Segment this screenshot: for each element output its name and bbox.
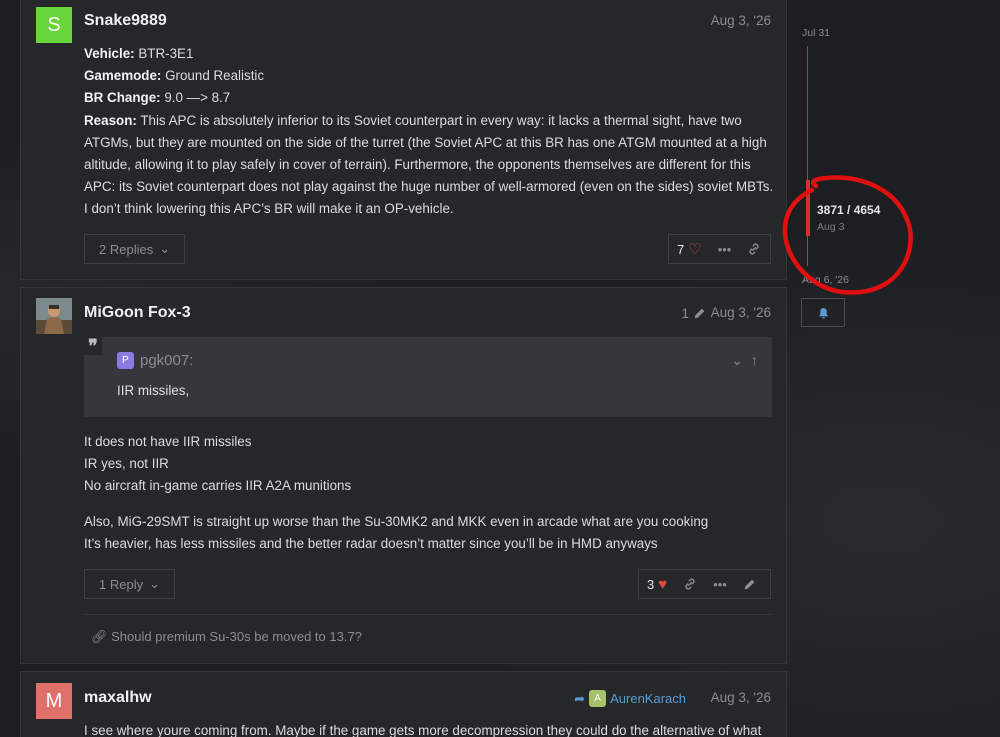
show-replies-button[interactable]: 1 Reply ⌄ [84, 569, 175, 599]
quote-block: ❞ P pgk007: ⌄ ↑ IIR missiles, [84, 337, 772, 417]
field-vehicle: Vehicle: BTR-3E1 [84, 46, 194, 61]
link-icon [749, 243, 759, 255]
quote-text: IIR missiles, [117, 383, 190, 398]
reason-line: I don’t think lowering this APC’s BR wil… [84, 201, 454, 217]
replies-label: 1 Reply [99, 576, 144, 592]
reason-line: ATGMs, but they are mounted on the side … [84, 134, 767, 150]
share-link-button[interactable] [739, 235, 769, 263]
like-count: 3 [647, 576, 655, 592]
avatar[interactable]: S [36, 7, 72, 43]
quote-mark-icon: ❞ [84, 337, 102, 355]
expand-quote-button[interactable]: ⌄ [731, 352, 743, 369]
quote-avatar[interactable]: P [117, 352, 134, 369]
heart-filled-icon: ♥ [658, 575, 668, 593]
post-username[interactable]: MiGoon Fox-3 [84, 304, 191, 322]
more-options-button[interactable]: ••• [705, 570, 735, 598]
avatar-image [36, 298, 72, 334]
quote-header: P pgk007: [117, 352, 193, 369]
show-replies-button[interactable]: 2 Replies ⌄ [84, 234, 186, 264]
edit-history-button[interactable]: 1 [681, 306, 706, 321]
body-line: IR yes, not IIR [84, 456, 169, 472]
link-icon [685, 578, 695, 590]
like-button[interactable]: 3 ♥ [639, 570, 675, 598]
body-line: It’s heavier, has less missiles and the … [84, 535, 658, 551]
post-migoon-fox-3: MiGoon Fox-3 1 Aug 3, '26 ❞ P pgk007: ⌄ … [20, 287, 787, 664]
ellipsis-icon: ••• [717, 241, 732, 257]
field-gamemode: Gamemode: Ground Realistic [84, 68, 265, 84]
quote-username[interactable]: pgk007: [140, 352, 193, 369]
like-button[interactable]: 7 ♡ [669, 235, 710, 263]
bell-icon [818, 307, 828, 318]
post-username[interactable]: maxalhw [84, 689, 152, 707]
field-reason: Reason: This APC is absolutely inferior … [84, 112, 742, 128]
timeline-end-date[interactable]: Aug 6, '26 [802, 274, 849, 286]
post-date[interactable]: Aug 3, '26 [711, 13, 771, 28]
link-icon: 🔗︎ [91, 629, 108, 644]
reply-to-avatar: A [589, 690, 607, 707]
post-username[interactable]: Snake9889 [84, 12, 167, 30]
quote-controls: ⌄ ↑ [731, 352, 758, 369]
heart-outline-icon: ♡ [688, 241, 702, 258]
post-snake9889: S Snake9889 Aug 3, '26 Vehicle: BTR-3E1 … [20, 0, 787, 280]
like-count: 7 [677, 241, 685, 257]
go-to-quoted-post-button[interactable]: ↑ [751, 352, 758, 369]
body-line: No aircraft in-game carries IIR A2A muni… [84, 478, 352, 494]
post-actions: 7 ♡ ••• [668, 234, 771, 264]
timeline-start-date[interactable]: Jul 31 [802, 27, 830, 39]
reason-line: altitude, allowing it to play safely in … [84, 157, 751, 173]
notification-button[interactable] [801, 298, 845, 327]
pencil-icon [694, 308, 705, 319]
avatar[interactable]: M [36, 683, 72, 719]
body-line: It does not have IIR missiles [84, 434, 252, 449]
share-link-button[interactable] [675, 570, 705, 598]
reply-to-indicator[interactable]: ➦ A AurenKarach [574, 690, 686, 707]
reply-to-username: AurenKarach [610, 691, 686, 706]
more-options-button[interactable]: ••• [710, 235, 740, 263]
post-actions: 3 ♥ ••• [638, 569, 771, 599]
topic-timeline: Jul 31 3871 / 4654 Aug 3 Aug 6, '26 [801, 0, 991, 340]
reason-line: APC: its Soviet counterpart does not pla… [84, 179, 774, 195]
linked-topic[interactable]: 🔗︎ Should premium Su-30s be moved to 13.… [84, 614, 772, 645]
replies-label: 2 Replies [99, 241, 154, 257]
edit-count: 1 [681, 306, 689, 321]
post-date[interactable]: Aug 3, '26 [711, 305, 771, 320]
ellipsis-icon: ••• [713, 576, 727, 592]
avatar[interactable] [36, 298, 72, 334]
body-line: Also, MiG-29SMT is straight up worse tha… [84, 513, 709, 529]
reply-arrow-icon: ➦ [574, 690, 586, 706]
linked-topic-title[interactable]: Should premium Su-30s be moved to 13.7? [111, 629, 362, 644]
post-body: I see where youre coming from. Maybe if … [84, 723, 762, 737]
timeline-position: 3871 / 4654 [817, 203, 881, 217]
timeline-handle[interactable] [806, 180, 810, 236]
post-body: Vehicle: BTR-3E1 Gamemode: Ground Realis… [84, 43, 774, 221]
post-date[interactable]: Aug 3, '26 [711, 690, 771, 705]
edit-button[interactable] [735, 570, 764, 598]
post-maxalhw: M maxalhw ➦ A AurenKarach Aug 3, '26 I s… [20, 671, 787, 737]
chevron-down-icon: ⌄ [149, 576, 160, 591]
post-body: It does not have IIR missiles IR yes, no… [84, 431, 774, 555]
chevron-down-icon: ⌄ [159, 241, 171, 256]
timeline-position-date: Aug 3 [817, 221, 845, 233]
pencil-icon [744, 579, 755, 589]
field-br-change: BR Change: 9.0 —> 8.7 [84, 90, 231, 106]
